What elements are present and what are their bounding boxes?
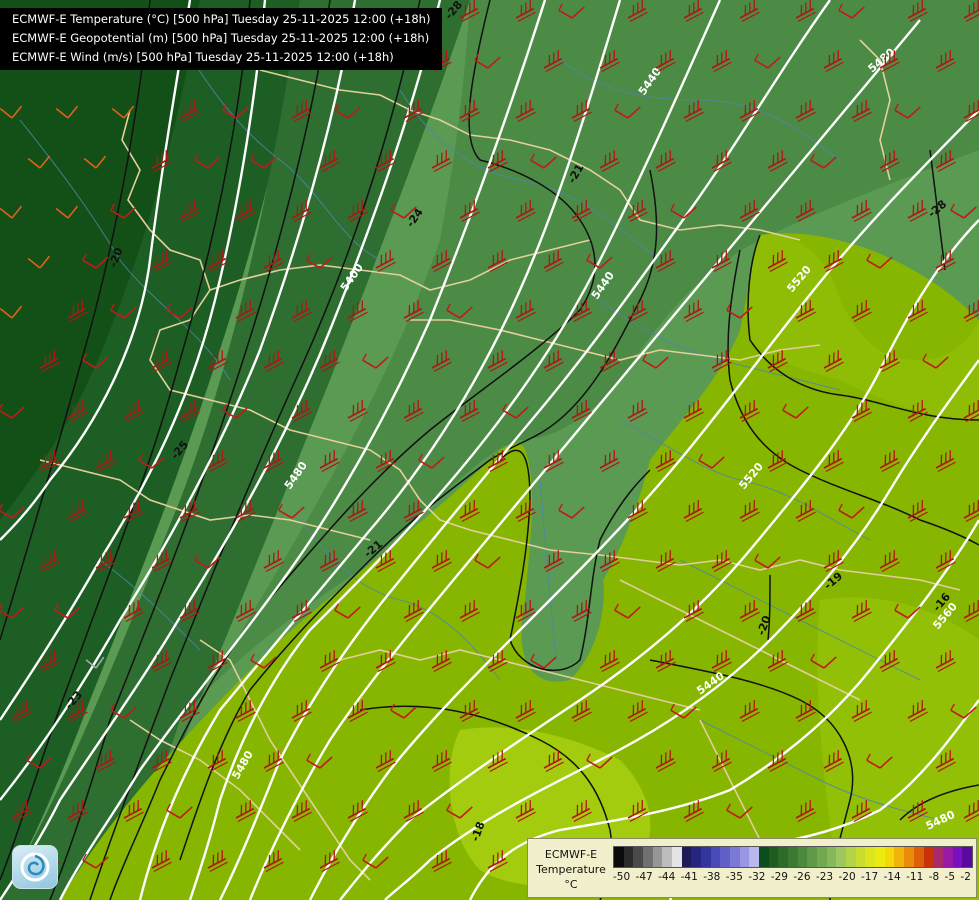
legend-tick: -8 xyxy=(928,871,940,883)
legend-swatch xyxy=(904,847,914,867)
temperature-legend: ECMWF-E Temperature °C -50 -47 -44 -41 -38 -3… xyxy=(527,838,977,898)
temperature-fill xyxy=(0,0,979,900)
legend-swatch xyxy=(643,847,653,867)
legend-tick: -17 xyxy=(861,871,879,883)
provider-logo-icon xyxy=(12,845,58,889)
legend-swatch xyxy=(933,847,943,867)
legend-swatch xyxy=(942,847,953,867)
legend-tick: -20 xyxy=(838,871,856,883)
legend-color-scale: -50 -47 -44 -41 -38 -35 -32 -29 -26 -23 -20 -17 -14-… xyxy=(613,846,973,883)
legend-swatch xyxy=(749,847,760,867)
legend-tick: -29 xyxy=(770,871,788,883)
legend-swatch xyxy=(730,847,740,867)
legend-swatch xyxy=(836,847,847,867)
legend-swatch xyxy=(855,847,866,867)
legend-tick: -23 xyxy=(815,871,834,883)
legend-tick: -11 xyxy=(906,871,924,883)
legend-swatch xyxy=(681,847,692,867)
title-line-geopotential: ECMWF-E Geopotential (m) [500 hPa] Tuesd… xyxy=(12,31,430,45)
legend-title: ECMWF-E Temperature °C xyxy=(532,847,610,892)
map-canvas: 5480 5440 5400 5440 5480 5520 5520 5480 … xyxy=(0,0,979,900)
legend-swatch xyxy=(739,847,750,867)
legend-color-bar xyxy=(613,846,973,868)
legend-tick: -32 xyxy=(748,871,766,883)
legend-tick: -44 xyxy=(658,871,676,883)
legend-swatch xyxy=(633,847,644,867)
legend-swatch xyxy=(662,847,673,867)
legend-swatch xyxy=(875,847,885,867)
legend-swatch xyxy=(797,847,808,867)
title-line-temperature: ECMWF-E Temperature (°C) [500 hPa] Tuesd… xyxy=(12,12,431,26)
legend-tick: -14 xyxy=(883,871,901,883)
legend-tick: -38 xyxy=(703,871,721,883)
legend-swatch xyxy=(817,847,827,867)
legend-swatch xyxy=(710,847,721,867)
legend-swatch xyxy=(923,847,934,867)
legend-swatch xyxy=(913,847,924,867)
title-line-wind: ECMWF-E Wind (m/s) [500 hPa] Tuesday 25-… xyxy=(12,50,394,64)
legend-title-model: ECMWF-E xyxy=(544,848,598,861)
legend-swatch xyxy=(759,847,769,867)
legend-swatch xyxy=(894,847,905,867)
legend-title-variable: Temperature xyxy=(536,863,606,876)
legend-swatch xyxy=(962,847,972,867)
legend-swatch xyxy=(614,847,624,867)
legend-swatch xyxy=(846,847,856,867)
legend-swatch xyxy=(788,847,798,867)
legend-tick: -41 xyxy=(680,871,698,883)
legend-swatch xyxy=(652,847,663,867)
legend-swatch xyxy=(768,847,779,867)
legend-swatch xyxy=(865,847,876,867)
weather-map[interactable]: 5480 5440 5400 5440 5480 5520 5520 5480 … xyxy=(0,0,979,900)
legend-swatch xyxy=(952,847,963,867)
legend-swatch xyxy=(701,847,711,867)
legend-swatch xyxy=(672,847,682,867)
legend-tick: -35 xyxy=(725,871,743,883)
legend-tick: -50 xyxy=(613,871,631,883)
legend-swatch xyxy=(691,847,702,867)
legend-tick-labels: -50 -47 -44 -41 -38 -35 -32 -29 -26 -23 -20 -17 -14-… xyxy=(613,871,971,883)
legend-swatch xyxy=(884,847,895,867)
legend-swatch xyxy=(720,847,731,867)
legend-swatch xyxy=(807,847,818,867)
legend-title-unit: °C xyxy=(564,878,578,891)
legend-tick: -26 xyxy=(793,871,811,883)
legend-tick: -5 xyxy=(944,871,956,883)
legend-swatch xyxy=(826,847,837,867)
legend-swatch xyxy=(623,847,634,867)
legend-swatch xyxy=(778,847,789,867)
legend-tick: -2 xyxy=(960,871,971,883)
legend-tick: -47 xyxy=(635,871,653,883)
map-title-box: ECMWF-E Temperature (°C) [500 hPa] Tuesd… xyxy=(0,8,443,70)
